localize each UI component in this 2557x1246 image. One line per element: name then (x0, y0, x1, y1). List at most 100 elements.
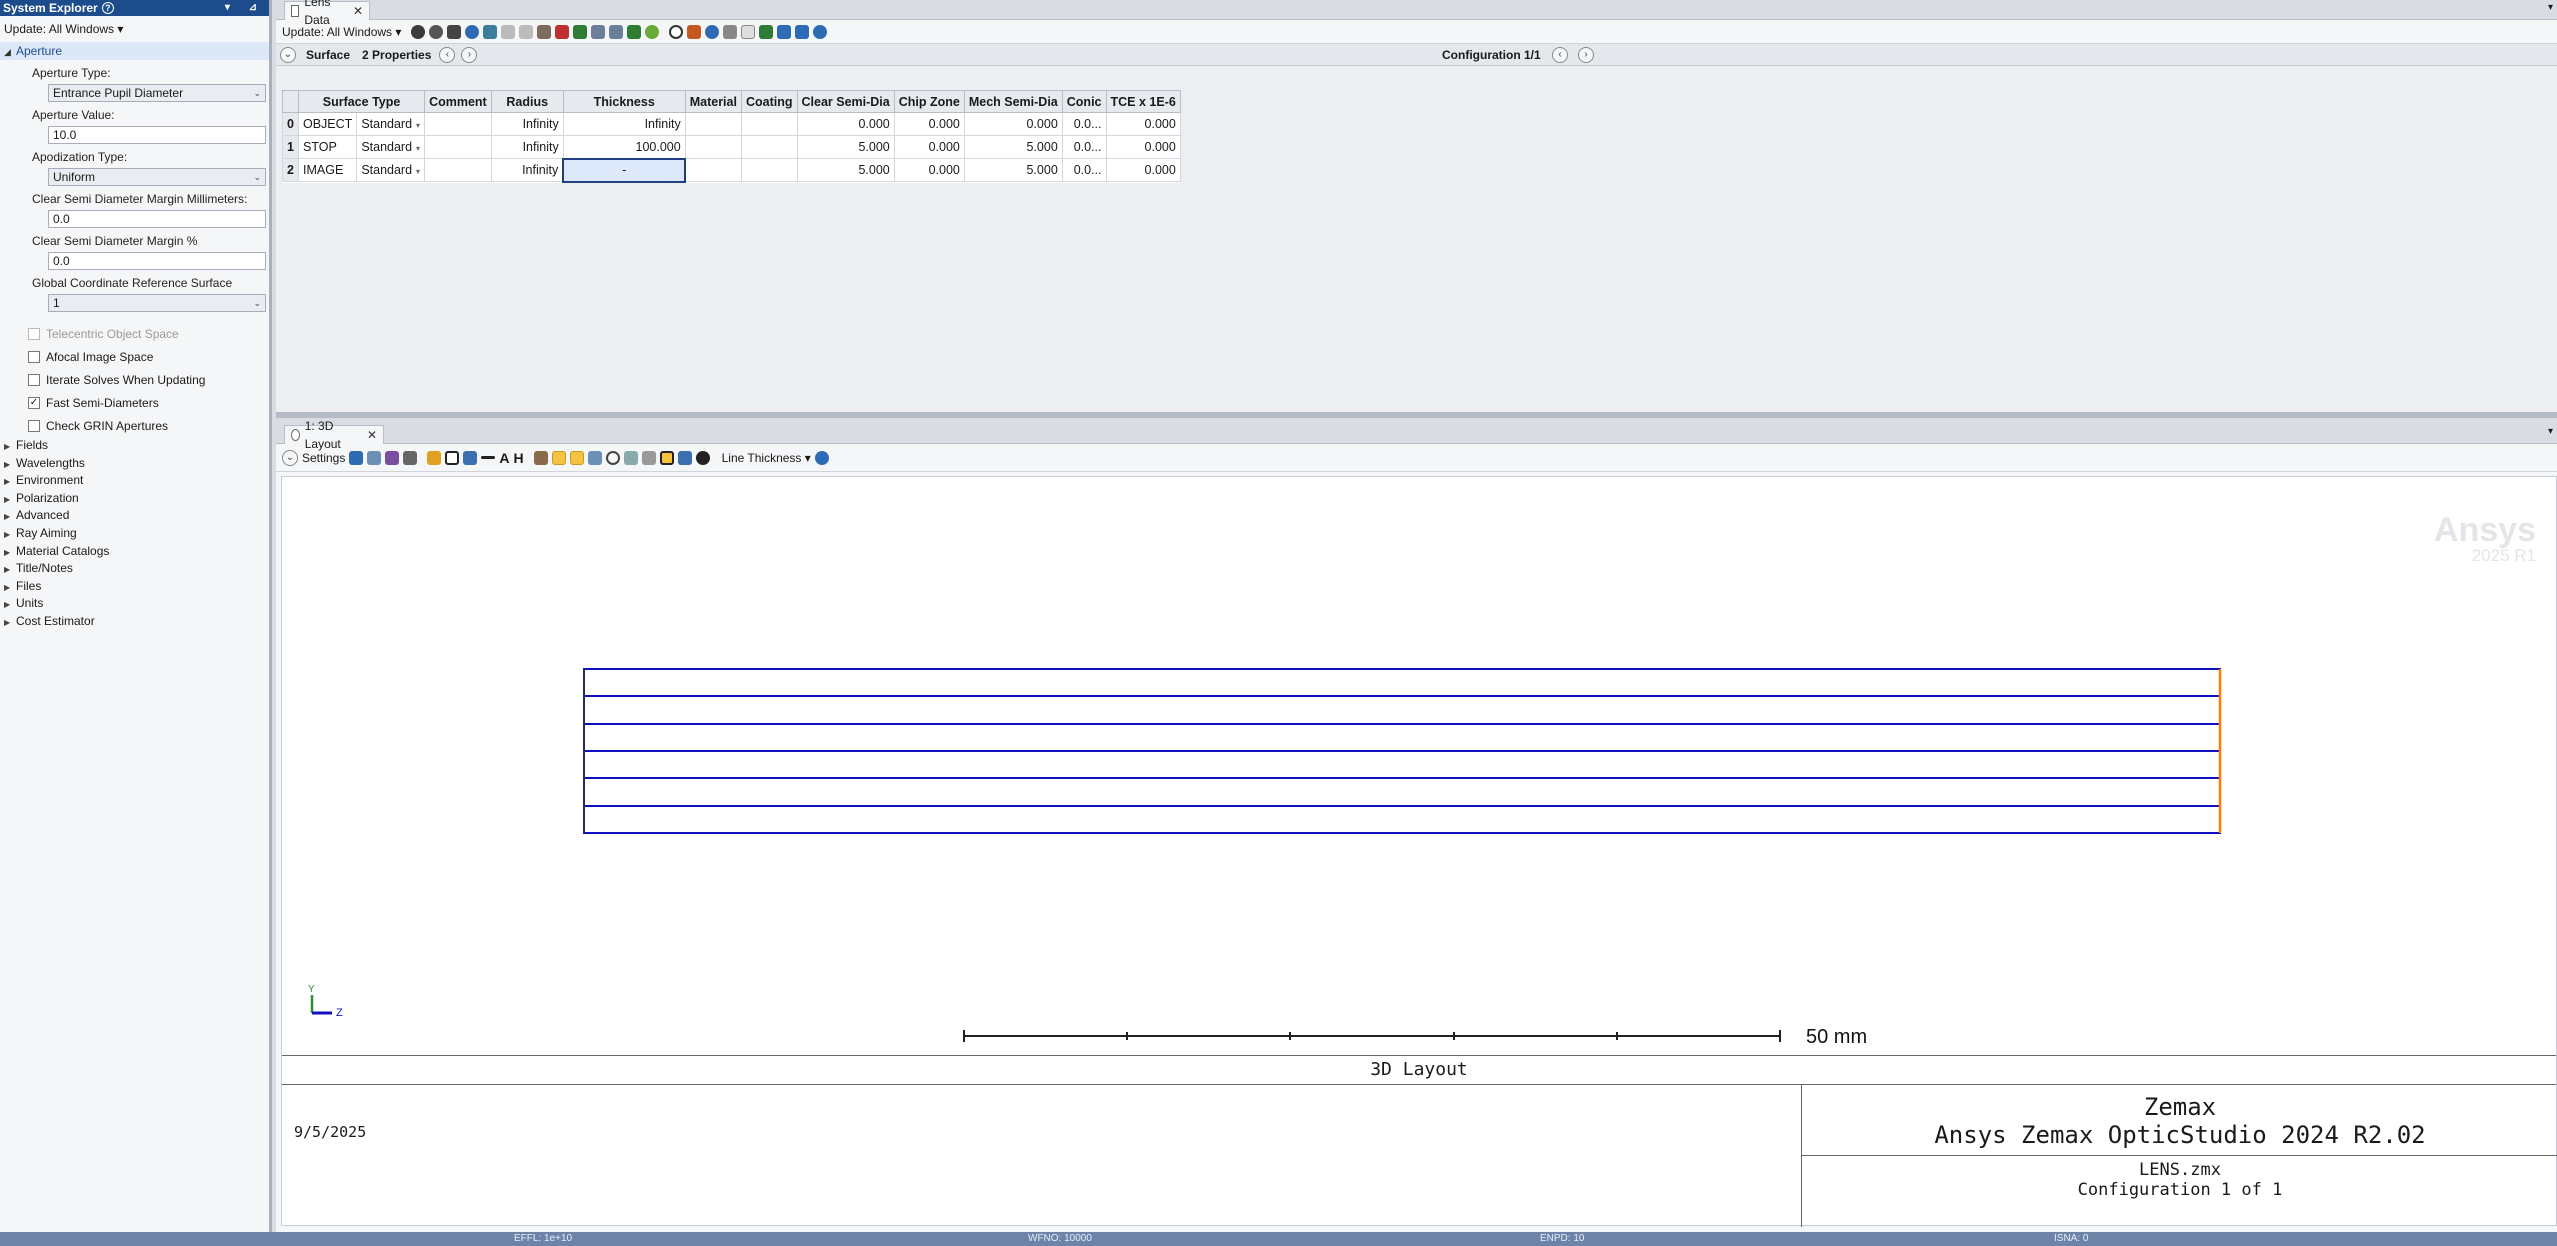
hline-icon[interactable] (481, 456, 496, 459)
arrow-right-icon[interactable] (795, 24, 810, 39)
dimension-icon[interactable]: H (513, 450, 523, 466)
axes-icon[interactable] (551, 450, 566, 465)
cube-icon[interactable] (537, 24, 552, 39)
material-cell[interactable] (684, 135, 742, 159)
conic-cell[interactable]: 0.0... (1061, 135, 1107, 159)
chevron-down-icon[interactable]: ⌄ (282, 449, 298, 466)
line-icon[interactable] (463, 450, 478, 465)
tree-item-wavelengths[interactable]: ▶ Wavelengths (0, 455, 269, 473)
print-icon[interactable] (403, 450, 418, 465)
refresh-icon[interactable] (411, 24, 426, 39)
tree-icon[interactable] (573, 24, 588, 39)
arrows-icon[interactable] (777, 24, 792, 39)
aperture-section-header[interactable]: ◢ Aperture (0, 42, 269, 60)
tree-item-units[interactable]: ▶ Units (0, 595, 269, 613)
tab-3d-layout[interactable]: 1: 3D Layout ✕ (284, 419, 384, 451)
help-icon[interactable]: ? (101, 2, 114, 14)
pencil-icon[interactable] (427, 450, 442, 465)
gear-icon[interactable] (645, 24, 660, 39)
column-header[interactable]: Thickness (562, 90, 686, 113)
column-header[interactable]: Chip Zone (893, 90, 965, 113)
close-icon[interactable]: ✕ (367, 426, 377, 444)
fast-semi-diameters-checkbox[interactable]: ✓ Fast Semi-Diameters (0, 391, 269, 414)
chip-zone-cell[interactable]: 0.000 (893, 135, 965, 159)
tree-item-fields[interactable]: ▶ Fields (0, 437, 269, 455)
mech-semi-dia-cell[interactable]: 5.000 (963, 135, 1063, 159)
delete-icon[interactable] (555, 24, 570, 39)
clear-margin-mm-input[interactable]: 0.0 (48, 210, 266, 228)
chip-zone-cell[interactable]: 0.000 (893, 112, 965, 136)
tree-item-material-catalogs[interactable]: ▶ Material Catalogs (0, 543, 269, 561)
tab-lens-data[interactable]: Lens Data ✕ (284, 0, 370, 27)
clear-semi-dia-cell[interactable]: 5.000 (796, 135, 895, 159)
table-corner[interactable] (282, 90, 299, 113)
toggle-icon[interactable] (723, 24, 738, 39)
close-icon[interactable]: ✕ (353, 2, 363, 20)
refresh-all-icon[interactable] (429, 24, 444, 39)
mech-semi-dia-cell[interactable]: 0.000 (963, 112, 1063, 136)
surface-type-cell[interactable]: Standard ▾ (356, 158, 426, 182)
view-icon[interactable] (569, 450, 584, 465)
help-icon[interactable] (813, 24, 828, 39)
grid-icon[interactable] (483, 24, 498, 39)
row-number[interactable]: 1 (282, 135, 299, 159)
afocal-image-space-checkbox[interactable]: Afocal Image Space (0, 345, 269, 368)
chip-zone-cell[interactable]: 0.000 (893, 158, 965, 182)
chevron-left-icon[interactable]: ‹ (439, 46, 456, 63)
column-header[interactable]: Surface Type (297, 90, 426, 113)
table-row[interactable]: 1 STOP Standard ▾ Infinity 100.000 5.000 0.000 5… (282, 135, 1181, 159)
layers-icon[interactable] (677, 450, 692, 465)
split-icon[interactable] (609, 24, 624, 39)
telecentric-object-space-checkbox[interactable]: Telecentric Object Space (0, 322, 269, 345)
sparkle-alt-icon[interactable] (519, 24, 534, 39)
coating-cell[interactable] (740, 135, 798, 159)
chevron-down-icon[interactable]: ▾ (416, 167, 420, 176)
sparkle-icon[interactable] (501, 24, 516, 39)
radius-cell[interactable]: Infinity (490, 135, 564, 159)
thickness-cell[interactable]: Infinity (562, 112, 686, 136)
radius-cell[interactable]: Infinity (490, 158, 564, 182)
wand-icon[interactable] (687, 24, 702, 39)
surface-type-cell[interactable]: Standard ▾ (356, 112, 426, 136)
layout-canvas[interactable]: Ansys 2025 R1 Y Z 50 mm 3D Layout 9/5/20… (281, 476, 2557, 1227)
surface-name-cell[interactable]: IMAGE (297, 158, 358, 182)
line-thickness-dropdown[interactable]: Line Thickness ▾ (722, 451, 811, 465)
aperture-value-input[interactable]: 10.0 (48, 126, 266, 144)
comment-cell[interactable] (424, 158, 492, 182)
chevron-down-icon[interactable]: ▾ (416, 121, 420, 130)
column-header[interactable]: Coating (740, 90, 798, 113)
thickness-cell[interactable]: 100.000 (562, 135, 686, 159)
thickness-cell[interactable]: - (562, 157, 687, 183)
tree-item-advanced[interactable]: ▶ Advanced (0, 507, 269, 525)
coating-cell[interactable] (740, 112, 798, 136)
check-grin-apertures-checkbox[interactable]: Check GRIN Apertures (0, 414, 269, 437)
column-header[interactable]: Conic (1061, 90, 1107, 113)
update-dropdown[interactable]: Update: All Windows ▾ (0, 16, 269, 42)
chevron-right-icon[interactable]: › (461, 46, 478, 63)
chevron-down-icon[interactable]: ▾ (416, 144, 420, 153)
tree-item-title-notes[interactable]: ▶ Title/Notes (0, 560, 269, 578)
comment-cell[interactable] (424, 135, 492, 159)
panel-pin-icon[interactable]: ▾ ⊿ (225, 0, 265, 16)
tree-item-polarization[interactable]: ▶ Polarization (0, 490, 269, 508)
surface-name-cell[interactable]: OBJECT (297, 112, 358, 136)
iterate-solves-checkbox[interactable]: Iterate Solves When Updating (0, 368, 269, 391)
move-icon[interactable] (447, 24, 462, 39)
material-cell[interactable] (684, 112, 742, 136)
clear-semi-dia-cell[interactable]: 0.000 (796, 112, 895, 136)
globe-icon[interactable] (465, 24, 480, 39)
lens-icon[interactable] (591, 24, 606, 39)
swap-icon[interactable] (759, 24, 774, 39)
config-prev-icon[interactable]: ‹ (1552, 46, 1568, 63)
table-row[interactable]: 2 IMAGE Standard ▾ Infinity -5.000 0.000 5.000 0… (282, 157, 1181, 183)
coating-cell[interactable] (740, 158, 798, 182)
save-icon[interactable] (385, 450, 400, 465)
notes-icon[interactable] (741, 24, 756, 39)
tce-cell[interactable]: 0.000 (1105, 112, 1181, 136)
copy-icon[interactable] (367, 450, 382, 465)
zoom-icon[interactable] (605, 450, 620, 465)
text-icon[interactable]: A (499, 450, 509, 466)
help-icon[interactable] (814, 450, 829, 465)
mech-semi-dia-cell[interactable]: 5.000 (963, 158, 1063, 182)
target-icon[interactable] (695, 450, 710, 465)
